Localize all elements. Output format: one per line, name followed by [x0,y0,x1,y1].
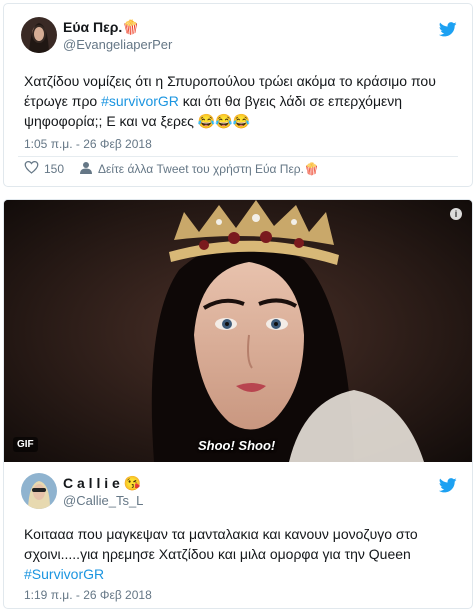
tweet-card-2: i GIF Shoo! Shoo! C a l l i e 😘 @Callie_… [3,199,473,609]
tweet-text: Χατζίδου νομίζεις ότι η Σπυροπούλου τρώε… [24,73,436,129]
info-icon[interactable]: i [450,208,462,220]
hashtag-link[interactable]: #survivorGR [101,93,179,109]
like-count: 150 [44,161,65,176]
tweet-text: Κοιτααα που μαγκεψαν τα μανταλακια και κ… [24,526,418,582]
divider [18,156,458,157]
person-icon [80,161,93,177]
user-handle[interactable]: @Callie_Ts_L [63,492,143,509]
display-name[interactable]: Εύα Περ.🍿 [63,18,172,36]
gif-media[interactable] [4,200,472,462]
twitter-bird-icon[interactable] [438,478,457,498]
avatar[interactable] [21,473,57,509]
heart-icon[interactable] [24,160,39,177]
gif-badge: GIF [13,437,38,452]
tweet-card-1: Εύα Περ.🍿 @EvangeliaperPer Χατζίδου νομί… [3,3,473,187]
display-name[interactable]: C a l l i e 😘 [63,474,143,492]
user-handle[interactable]: @EvangeliaperPer [63,36,172,53]
twitter-bird-icon[interactable] [438,22,457,42]
avatar[interactable] [21,17,57,53]
tweet-header: Εύα Περ.🍿 @EvangeliaperPer [21,17,172,53]
tweet-actions: 150 Δείτε άλλα Tweet του χρήστη Εύα Περ.… [24,160,319,177]
gif-caption: Shoo! Shoo! [198,438,276,453]
tweet-timestamp[interactable]: 1:19 π.μ. - 26 Φεβ 2018 [24,588,152,602]
more-tweets-link[interactable]: Δείτε άλλα Tweet του χρήστη Εύα Περ.🍿 [98,162,319,176]
hashtag-link[interactable]: #SurvivorGR [24,566,104,582]
tweet-timestamp[interactable]: 1:05 π.μ. - 26 Φεβ 2018 [24,137,152,151]
tweet-header: C a l l i e 😘 @Callie_Ts_L [21,473,143,509]
